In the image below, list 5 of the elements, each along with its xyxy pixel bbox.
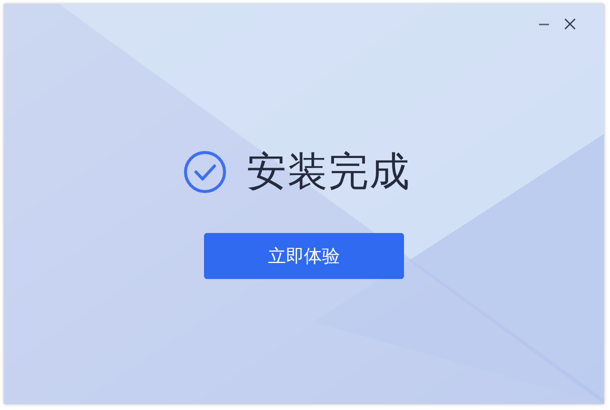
close-icon	[564, 18, 576, 30]
start-button[interactable]: 立即体验	[204, 233, 404, 279]
status-title: 安装完成	[246, 148, 410, 197]
close-button[interactable]	[562, 16, 578, 32]
check-circle-icon	[182, 150, 226, 194]
